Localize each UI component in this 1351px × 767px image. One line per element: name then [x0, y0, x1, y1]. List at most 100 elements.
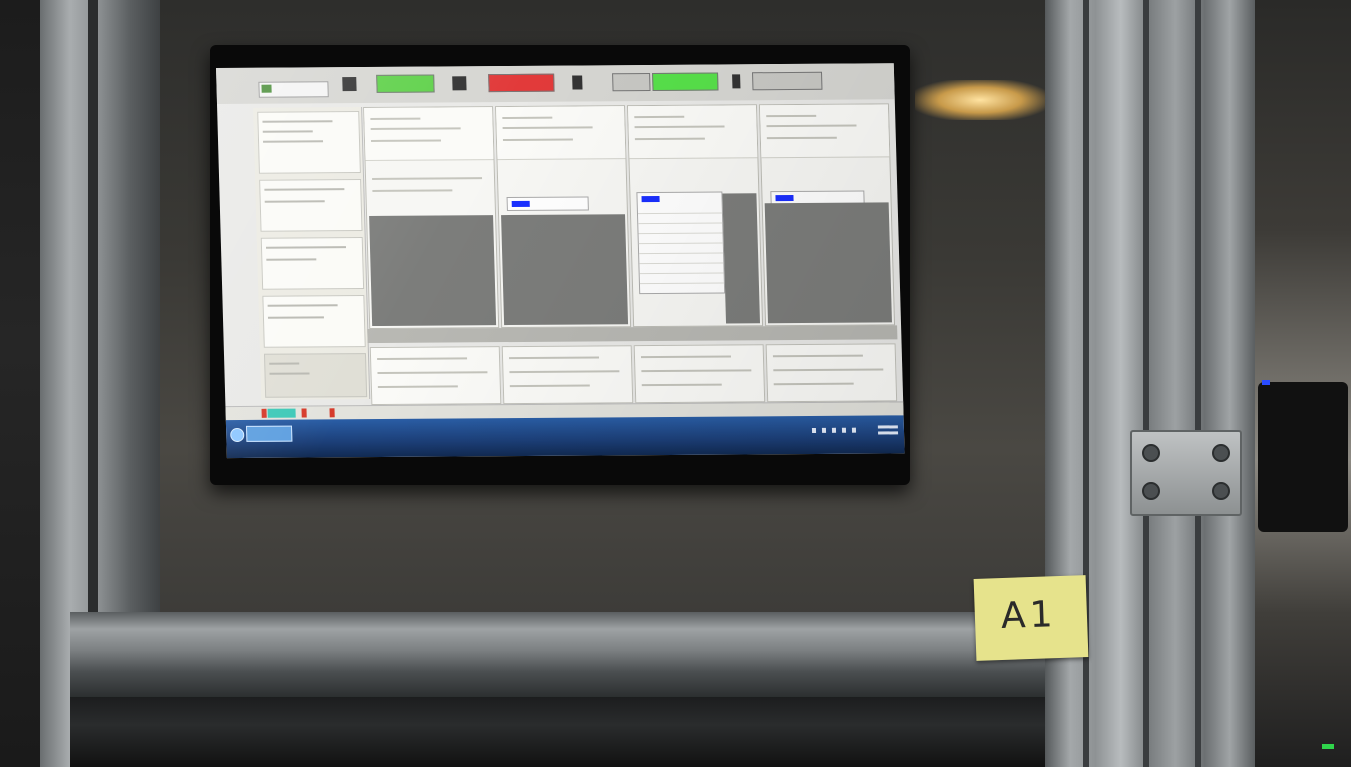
frame-groove — [1195, 0, 1201, 767]
part-panel-4 — [758, 103, 896, 327]
active-tab-chip[interactable] — [267, 408, 296, 418]
text-line — [370, 139, 442, 142]
part-panel-1 — [363, 106, 500, 330]
text-line — [377, 385, 458, 388]
camera-device — [1258, 382, 1348, 532]
text-line — [370, 117, 421, 120]
info-block — [263, 353, 368, 398]
status-indicator-3[interactable] — [612, 72, 651, 92]
taskbar-app-button[interactable] — [245, 425, 293, 442]
separator-strip — [367, 325, 898, 344]
tray-icon[interactable] — [831, 427, 837, 433]
text-line — [773, 368, 884, 372]
clock[interactable] — [874, 423, 899, 437]
list-item[interactable] — [638, 234, 723, 245]
sticky-note-label: A1 — [1000, 594, 1058, 638]
left-info-column — [253, 106, 371, 400]
text-line — [766, 114, 817, 118]
lower-enclosure — [70, 697, 1045, 767]
tray-icon[interactable] — [821, 427, 827, 433]
system-tray — [811, 423, 899, 438]
status-indicator-2[interactable] — [488, 73, 555, 93]
part-panel-3 — [626, 104, 764, 328]
text-line — [772, 354, 863, 358]
part-graphic — [764, 202, 892, 324]
status-indicator-1[interactable] — [376, 74, 435, 93]
clock-time — [877, 425, 898, 429]
text-line — [509, 356, 600, 360]
hmi-screen[interactable] — [216, 63, 905, 459]
toolbar-icon[interactable] — [452, 76, 467, 91]
text-line — [509, 384, 590, 388]
part-header — [759, 104, 890, 159]
text-line — [262, 130, 313, 133]
start-button[interactable] — [230, 427, 245, 443]
bottom-panel-3 — [633, 344, 766, 404]
door-hinge — [1130, 430, 1242, 516]
bottom-panel-1 — [369, 346, 502, 406]
part-header — [364, 107, 494, 161]
text-line — [634, 125, 725, 129]
text-line — [263, 140, 324, 143]
text-line — [766, 136, 837, 140]
list-item[interactable] — [637, 204, 722, 215]
list-item[interactable] — [638, 224, 723, 235]
text-line — [264, 200, 325, 203]
part-graphic — [722, 193, 761, 324]
text-line — [509, 370, 620, 374]
text-line — [267, 304, 338, 307]
text-line — [377, 357, 468, 360]
info-block — [257, 111, 361, 174]
part-graphic — [369, 215, 497, 327]
text-line — [372, 177, 483, 180]
part-panel-2 — [495, 105, 632, 329]
tray-icon[interactable] — [851, 427, 857, 433]
text-line — [377, 371, 488, 374]
list-item[interactable] — [639, 254, 724, 265]
text-line — [634, 137, 705, 141]
info-block — [262, 295, 366, 348]
sticky-note: A1 — [973, 575, 1089, 661]
part-graphic — [501, 214, 629, 326]
part-list[interactable] — [636, 191, 726, 295]
windows-taskbar — [225, 415, 905, 459]
text-line — [766, 124, 857, 128]
text-line — [502, 138, 573, 142]
text-line — [269, 372, 310, 375]
list-item[interactable] — [638, 244, 724, 255]
frame-groove — [1143, 0, 1149, 767]
tray-icon[interactable] — [841, 427, 847, 433]
status-indicator-5[interactable] — [752, 71, 823, 91]
text-line — [641, 369, 752, 373]
hmi-toolbar — [216, 63, 895, 105]
list-item[interactable] — [639, 264, 724, 275]
list-item[interactable] — [639, 274, 724, 285]
text-line — [370, 127, 461, 130]
camera-led — [1262, 380, 1270, 385]
info-block — [259, 179, 363, 232]
toolbar-icon[interactable] — [732, 74, 741, 89]
alarm-chip[interactable] — [301, 408, 307, 418]
alarm-chip[interactable] — [261, 408, 267, 418]
text-line — [262, 120, 333, 123]
text-line — [640, 355, 731, 359]
text-line — [266, 258, 317, 261]
text-line — [372, 189, 453, 192]
toolbar-icon[interactable] — [342, 77, 357, 92]
hinge-bolt — [1142, 444, 1160, 462]
list-item[interactable] — [638, 214, 723, 225]
info-block — [260, 237, 365, 290]
status-indicator-4[interactable] — [652, 72, 719, 91]
alarm-chip[interactable] — [329, 408, 335, 418]
part-selection-box[interactable] — [506, 196, 589, 212]
hinge-bolt — [1212, 444, 1230, 462]
text-line — [264, 188, 345, 191]
tray-icon[interactable] — [811, 427, 817, 433]
bottom-panel-2 — [501, 345, 634, 405]
hinge-bolt — [1142, 482, 1160, 500]
part-header — [627, 105, 758, 160]
text-line — [502, 116, 553, 120]
ceiling-light-reflection — [915, 80, 1045, 120]
toolbar-icon[interactable] — [572, 75, 583, 90]
text-line — [773, 382, 854, 386]
